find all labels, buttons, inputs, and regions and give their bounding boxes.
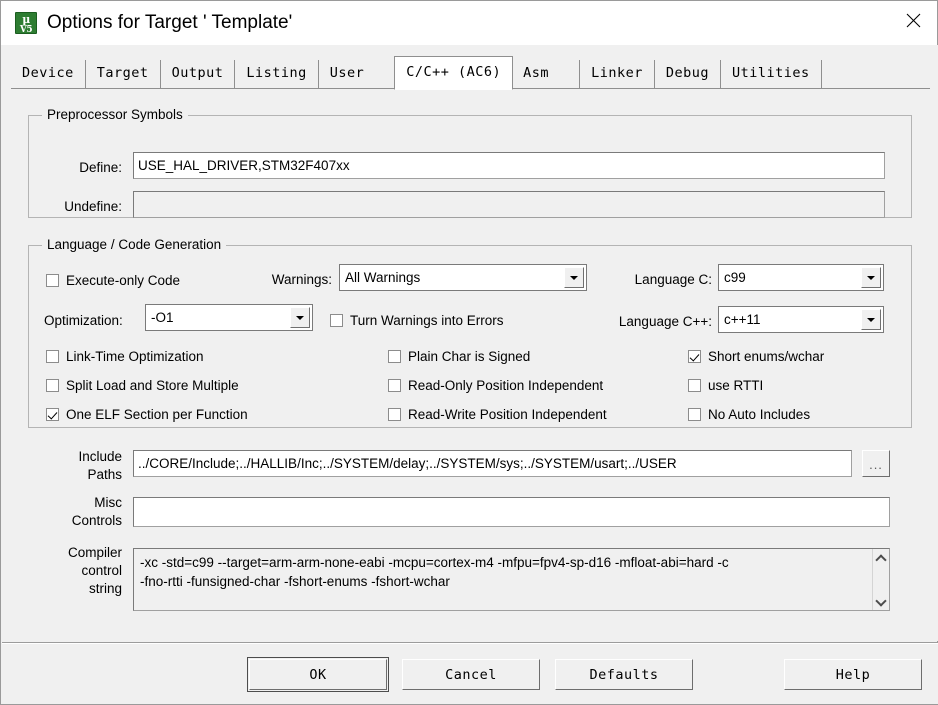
options-dialog: µ V5 Options for Target ' Template' Devi… <box>0 0 938 705</box>
chevron-down-icon[interactable] <box>290 307 310 328</box>
checkbox-box <box>46 408 59 421</box>
include-paths-input[interactable]: ../CORE/Include;../HALLIB/Inc;../SYSTEM/… <box>133 450 852 477</box>
include-paths-browse-button[interactable]: ... <box>862 450 890 477</box>
chevron-down-icon[interactable] <box>861 267 881 288</box>
checkbox-box <box>46 350 59 363</box>
defaults-button[interactable]: Defaults <box>555 659 693 690</box>
use-rtti-checkbox[interactable]: use RTTI <box>688 378 763 393</box>
dialog-title: Options for Target ' Template' <box>47 12 293 33</box>
split-load-store-label: Split Load and Store Multiple <box>66 378 239 393</box>
misc-controls-input[interactable] <box>133 497 890 527</box>
tab-linker[interactable]: Linker <box>580 60 655 89</box>
language-cpp-label: Language C++: <box>618 314 712 329</box>
tab-list: Device Target Output Listing User C/C++ … <box>11 56 822 90</box>
chevron-down-icon[interactable] <box>876 596 887 607</box>
compiler-control-string-value: -xc -std=c99 --target=arm-arm-none-eabi … <box>140 555 729 589</box>
checkbox-box <box>688 408 701 421</box>
title-bar: µ V5 Options for Target ' Template' <box>1 1 937 45</box>
tab-user[interactable]: User <box>318 60 396 89</box>
define-input[interactable]: USE_HAL_DRIVER,STM32F407xx <box>133 152 885 179</box>
tab-asm[interactable]: Asm <box>512 60 581 89</box>
short-enums-wchar-label: Short enums/wchar <box>708 349 825 364</box>
help-button[interactable]: Help <box>784 659 922 690</box>
read-only-position-independent-checkbox[interactable]: Read-Only Position Independent <box>388 378 603 393</box>
read-write-position-independent-label: Read-Write Position Independent <box>408 407 607 422</box>
compiler-control-string-scrollbar[interactable] <box>872 549 889 610</box>
one-elf-section-checkbox[interactable]: One ELF Section per Function <box>46 407 248 422</box>
language-c-label: Language C: <box>634 272 712 287</box>
language-c-select[interactable]: c99 <box>718 264 884 291</box>
tab-listing[interactable]: Listing <box>235 60 319 89</box>
link-time-optimization-checkbox[interactable]: Link-Time Optimization <box>46 349 204 364</box>
optimization-select[interactable]: -O1 <box>145 304 313 331</box>
checkbox-box <box>688 350 701 363</box>
execute-only-code-checkbox[interactable]: Execute-only Code <box>46 273 180 288</box>
warnings-label: Warnings: <box>271 272 332 287</box>
tab-strip: Device Target Output Listing User C/C++ … <box>2 45 938 90</box>
include-paths-label-line1: Include <box>78 449 122 464</box>
misc-controls-label-line2: Controls <box>71 513 122 528</box>
c-cpp-settings-panel: Preprocessor Symbols Define: USE_HAL_DRI… <box>2 89 938 641</box>
keil-uvision-icon: µ V5 <box>15 12 37 35</box>
compiler-control-string-label-line1: Compiler <box>67 545 122 560</box>
misc-controls-label-line1: Misc <box>94 495 122 510</box>
checkbox-box <box>388 379 401 392</box>
turn-warnings-into-errors-label: Turn Warnings into Errors <box>350 313 504 328</box>
read-write-position-independent-checkbox[interactable]: Read-Write Position Independent <box>388 407 607 422</box>
no-auto-includes-label: No Auto Includes <box>708 407 811 422</box>
tab-device[interactable]: Device <box>11 60 86 89</box>
dialog-footer: OK Cancel Defaults Help <box>2 644 938 704</box>
compiler-control-string-textarea[interactable]: -xc -std=c99 --target=arm-arm-none-eabi … <box>133 548 890 611</box>
checkbox-box <box>388 350 401 363</box>
tab-output[interactable]: Output <box>160 60 236 89</box>
checkbox-box <box>46 379 59 392</box>
include-paths-label-line2: Paths <box>87 467 122 482</box>
turn-warnings-into-errors-checkbox[interactable]: Turn Warnings into Errors <box>330 313 504 328</box>
close-icon <box>906 13 921 27</box>
cancel-button[interactable]: Cancel <box>402 659 540 690</box>
define-label: Define: <box>79 160 122 175</box>
checkbox-box <box>330 314 343 327</box>
tab-utilities[interactable]: Utilities <box>720 60 822 89</box>
read-only-position-independent-label: Read-Only Position Independent <box>408 378 604 393</box>
undefine-input[interactable] <box>133 191 885 218</box>
close-button[interactable] <box>890 1 937 39</box>
language-code-generation-legend: Language / Code Generation <box>42 237 227 252</box>
tab-c-cpp-ac6[interactable]: C/C++ (AC6) <box>394 56 514 90</box>
checkbox-box <box>388 408 401 421</box>
chevron-down-icon[interactable] <box>861 309 881 330</box>
undefine-label: Undefine: <box>64 199 122 214</box>
split-load-store-checkbox[interactable]: Split Load and Store Multiple <box>46 378 239 393</box>
app-icon-line1: µ <box>22 13 30 26</box>
use-rtti-label: use RTTI <box>708 378 764 393</box>
one-elf-section-label: One ELF Section per Function <box>66 407 248 422</box>
execute-only-code-label: Execute-only Code <box>66 273 181 288</box>
language-cpp-value: c++11 <box>724 312 761 327</box>
link-time-optimization-label: Link-Time Optimization <box>66 349 204 364</box>
compiler-control-string-label-line2: control <box>81 563 122 578</box>
plain-char-is-signed-label: Plain Char is Signed <box>408 349 531 364</box>
checkbox-box <box>688 379 701 392</box>
preprocessor-symbols-legend: Preprocessor Symbols <box>42 107 188 122</box>
warnings-value: All Warnings <box>345 270 421 285</box>
tab-target[interactable]: Target <box>85 60 161 89</box>
no-auto-includes-checkbox[interactable]: No Auto Includes <box>688 407 810 422</box>
language-cpp-select[interactable]: c++11 <box>718 306 884 333</box>
short-enums-wchar-checkbox[interactable]: Short enums/wchar <box>688 349 824 364</box>
app-icon-line2: V5 <box>19 25 33 35</box>
checkbox-box <box>46 274 59 287</box>
optimization-value: -O1 <box>151 310 174 325</box>
optimization-label: Optimization: <box>44 313 123 328</box>
plain-char-is-signed-checkbox[interactable]: Plain Char is Signed <box>388 349 530 364</box>
tab-debug[interactable]: Debug <box>654 60 721 89</box>
ok-button[interactable]: OK <box>247 657 389 692</box>
compiler-control-string-label-line3: string <box>88 581 122 596</box>
language-c-value: c99 <box>724 270 746 285</box>
chevron-up-icon[interactable] <box>876 552 887 563</box>
